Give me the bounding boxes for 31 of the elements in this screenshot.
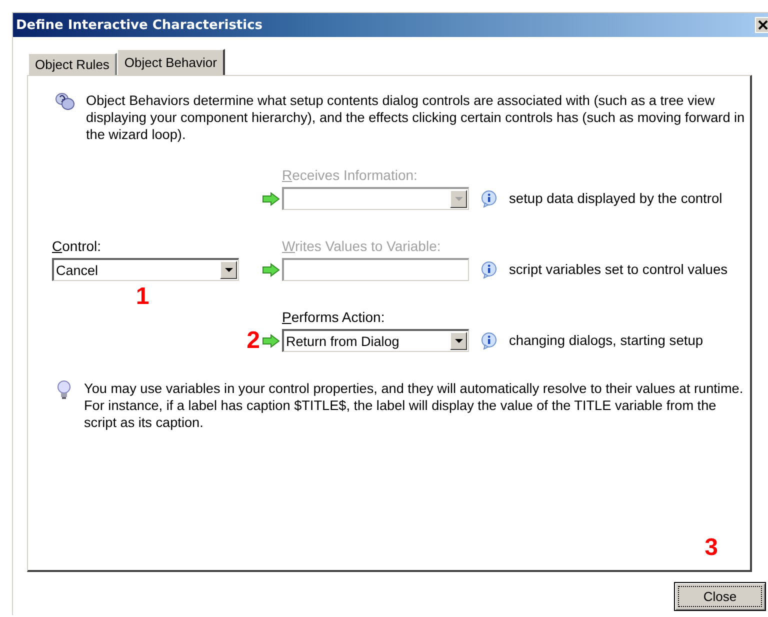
close-button[interactable]: Close — [674, 582, 766, 611]
hint-text: script variables set to control values — [509, 262, 729, 277]
tab[interactable]: Object Rules — [28, 53, 118, 75]
field-label: Writes Values to Variable: — [282, 238, 442, 254]
window-title: Define Interactive Characteristics — [16, 18, 264, 32]
caret-icon — [454, 338, 462, 344]
arrow-icon — [262, 192, 280, 206]
info-icon — [480, 260, 498, 278]
close-icon[interactable] — [755, 17, 768, 33]
tab[interactable]: Object Behavior — [117, 49, 225, 75]
caret-icon — [224, 268, 232, 272]
field-label: Performs Action: — [282, 309, 386, 325]
help-icon — [54, 92, 76, 112]
dropdown-button[interactable] — [450, 332, 467, 350]
hint-text: setup data displayed by the control — [509, 191, 724, 206]
intro-text: Object Behaviors determine what setup contents dialog controls are associated with (such as a tree view displaying your component hierarchy), and the effects clicking certain controls has (such as moving forward in the wizard loop). — [86, 92, 746, 143]
info-icon — [480, 332, 498, 350]
annotation-number: 2 — [246, 326, 260, 354]
dropdown-field[interactable]: Return from Dialog — [282, 329, 469, 352]
annotation-number: 1 — [136, 282, 150, 310]
lightbulb-icon — [57, 380, 71, 400]
field-label: Control: — [52, 238, 102, 254]
arrow-icon — [262, 262, 280, 276]
dropdown-button[interactable] — [220, 261, 237, 279]
annotation-number: 3 — [704, 534, 718, 562]
hint-text: changing dialogs, starting setup — [509, 333, 704, 348]
tip-text: You may use variables in your control properties, and they will automatically resolve to their values at runtime. For instance, if a label has caption $TITLE$, the label will display the value of the TITLE variable from the script as its caption. — [84, 380, 744, 431]
arrow-icon — [262, 334, 280, 348]
caret-icon — [454, 196, 462, 202]
field-label: Receives Information: — [282, 167, 418, 183]
info-icon — [480, 190, 498, 208]
